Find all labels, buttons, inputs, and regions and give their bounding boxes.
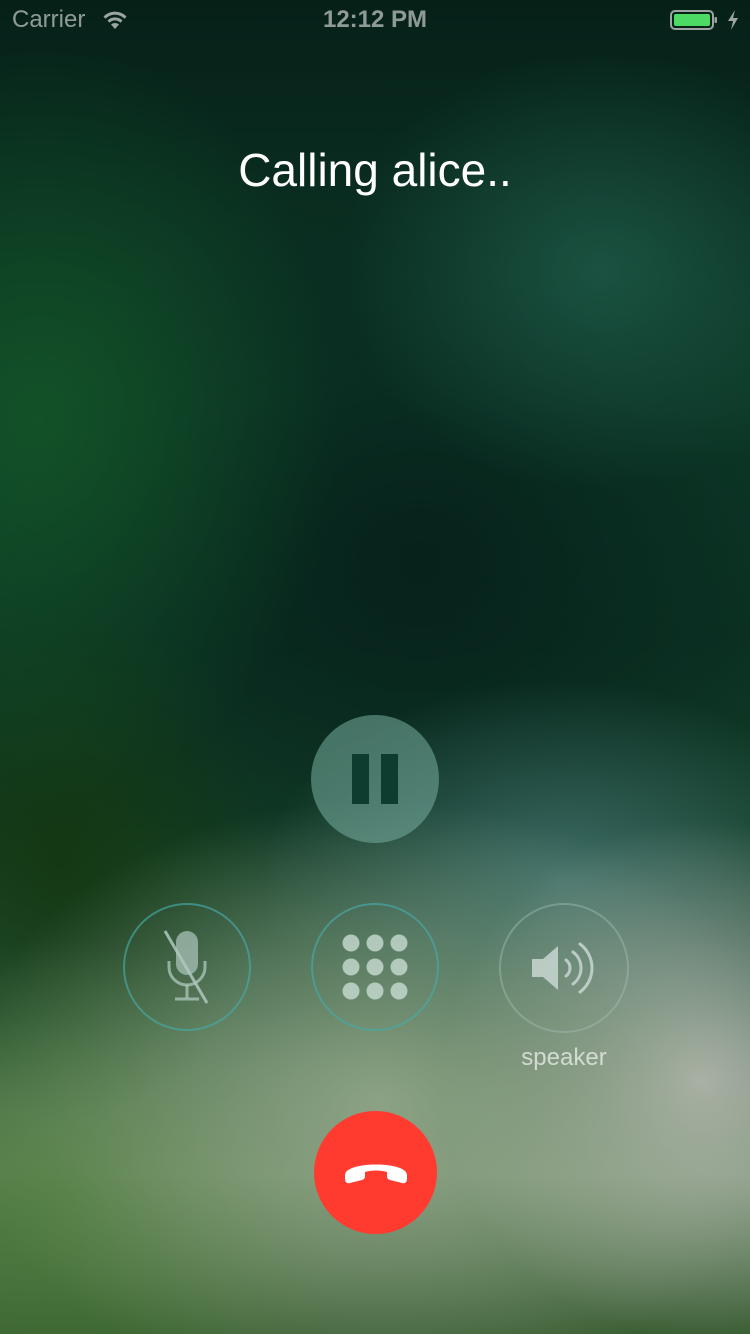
phone-hangup-icon bbox=[344, 1164, 407, 1183]
keypad-icon bbox=[342, 934, 408, 1000]
speaker-button[interactable] bbox=[499, 903, 629, 1033]
charging-bolt-icon bbox=[728, 10, 738, 30]
microphone-slash-icon bbox=[163, 930, 209, 1004]
status-bar: Carrier 12:12 PM bbox=[0, 0, 750, 40]
pause-icon bbox=[352, 754, 398, 804]
end-call-button[interactable] bbox=[314, 1111, 437, 1234]
speaker-icon bbox=[532, 942, 594, 994]
call-status-title: Calling alice.. bbox=[238, 144, 512, 196]
status-time: 12:12 PM bbox=[322, 6, 428, 33]
mute-button[interactable] bbox=[123, 903, 251, 1031]
hold-button[interactable] bbox=[311, 715, 439, 843]
battery-icon bbox=[670, 10, 717, 30]
keypad-button[interactable] bbox=[311, 903, 439, 1031]
speaker-label: speaker bbox=[521, 1044, 607, 1071]
